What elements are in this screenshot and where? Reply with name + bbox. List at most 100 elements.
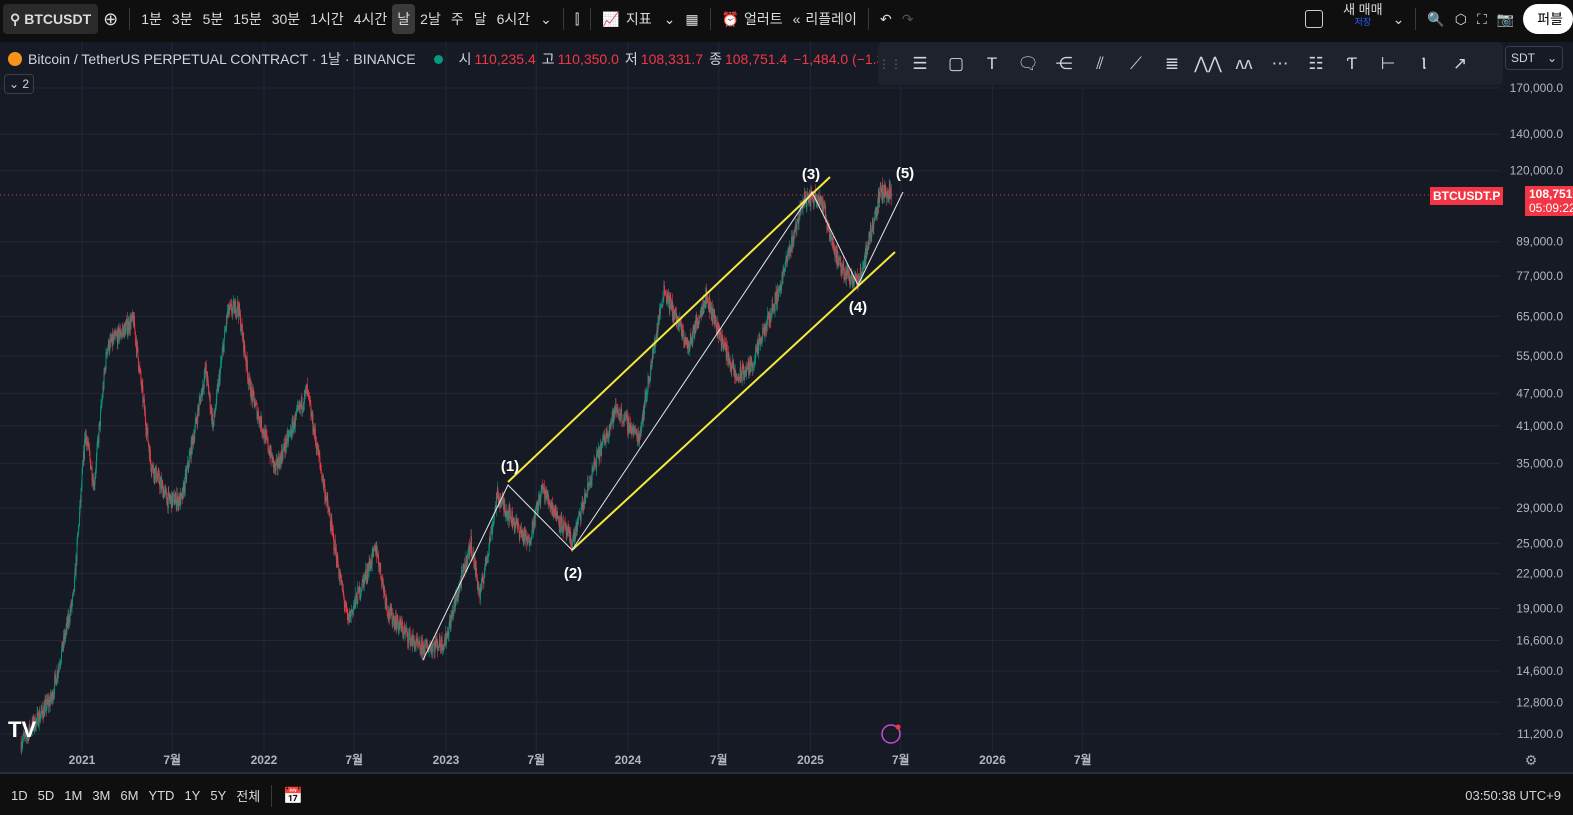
goto-date-button[interactable]: 📅	[278, 781, 308, 811]
quick-search-button[interactable]: 🔍	[1422, 4, 1449, 34]
collapse-count: 2	[22, 77, 30, 91]
interval-0[interactable]: 1분	[136, 4, 167, 34]
elliott-impulse-tool-icon[interactable]: ⋀⋀	[1194, 51, 1222, 77]
divider	[129, 8, 131, 30]
time-axis[interactable]: 2021 7월 2022 7월 2023 7월 2024 7월 2025 7월 2026 7월	[69, 752, 1092, 767]
candle-body	[100, 410, 101, 427]
symbol-search[interactable]: ⚲ BTCUSDT	[3, 4, 99, 34]
wave-label-3: (3)	[802, 166, 820, 183]
currency-select[interactable]: SDT ⌄	[1505, 46, 1563, 70]
candle-body	[380, 563, 382, 576]
range-0[interactable]: 1D	[6, 781, 33, 811]
undo-button[interactable]: ↶	[875, 4, 897, 34]
layouts-button[interactable]: ▦	[680, 4, 703, 34]
interval-11[interactable]: 6시간	[492, 4, 536, 34]
range-5[interactable]: YTD	[143, 781, 179, 811]
price-axis-bg[interactable]	[1500, 42, 1573, 772]
price-range-tool-icon[interactable]: Ⲓ	[1411, 51, 1437, 77]
candle-body	[308, 395, 310, 401]
trend-line-tool-icon[interactable]: ⟋	[1123, 51, 1149, 77]
screenshot-button[interactable]: 📷	[1492, 4, 1519, 34]
x-tick-label: 2021	[69, 753, 96, 767]
add-symbol-button[interactable]: ⊕	[98, 4, 123, 34]
anchored-text-tool-icon[interactable]: Ƭ	[1339, 51, 1365, 77]
interval-1[interactable]: 3분	[167, 4, 198, 34]
range-7[interactable]: 5Y	[205, 781, 231, 811]
fullscreen-button[interactable]: ⛶	[1472, 4, 1492, 34]
rectangle-tool-icon[interactable]: ▢	[943, 51, 969, 77]
text-tool-icon[interactable]: T	[979, 51, 1005, 77]
parallel-channel-tool-icon[interactable]: ⫽	[1087, 51, 1113, 77]
tradingview-logo[interactable]: TV	[8, 717, 36, 742]
candle-body	[272, 455, 274, 458]
range-8[interactable]: 전체	[231, 781, 265, 811]
channel-upper-line[interactable]	[507, 176, 831, 483]
interval-4[interactable]: 30분	[267, 4, 305, 34]
interval-8[interactable]: 2날	[415, 4, 446, 34]
candle-body	[836, 249, 838, 265]
currency-label: SDT	[1511, 51, 1535, 65]
interval-10[interactable]: 달	[469, 4, 492, 34]
candle-body	[149, 450, 151, 461]
interval-dropdown[interactable]: ⌄	[535, 4, 557, 34]
interval-6[interactable]: 4시간	[349, 4, 393, 34]
x-tick-label: 2026	[979, 753, 1006, 767]
price-chart[interactable]: (1) (2) (3) (4) (5) 170,000.0 140,000.0 12…	[0, 42, 1573, 772]
replay-button[interactable]: «리플레이	[788, 4, 862, 34]
symbol-title[interactable]: Bitcoin / TetherUS PERPETUAL CONTRACT · …	[28, 49, 416, 69]
interval-5[interactable]: 1시간	[305, 4, 349, 34]
elliott-abc-tool-icon[interactable]: ᴧᴧ	[1231, 51, 1257, 77]
indicators-button[interactable]: 📈 지표 ⌄	[597, 4, 680, 34]
candle-body	[490, 528, 492, 541]
regression-tool-icon[interactable]: ⋯	[1267, 51, 1293, 77]
publish-button[interactable]: 퍼블	[1523, 4, 1573, 34]
y-tick-label: 11,200.0	[1517, 727, 1563, 741]
y-tick-label: 120,000.0	[1510, 164, 1564, 178]
callout-tool-icon[interactable]: 🗨	[1015, 51, 1041, 77]
pitchfork-tool-icon[interactable]: ⋲	[1051, 51, 1077, 77]
horizontal-lines-tool-icon[interactable]: ☰	[907, 51, 933, 77]
fib-retracement-tool-icon[interactable]: ≣	[1159, 51, 1185, 77]
bitcoin-icon	[8, 52, 22, 66]
redo-button[interactable]: ↷	[897, 4, 919, 34]
interval-3[interactable]: 15분	[228, 4, 266, 34]
price-axis[interactable]: 170,000.0 140,000.0 120,000.0 89,000.0 77,00…	[1500, 42, 1573, 772]
chart-area[interactable]: (1) (2) (3) (4) (5) 170,000.0 140,000.0 12…	[0, 42, 1573, 772]
alert-button[interactable]: ⏰ 얼러트	[717, 4, 788, 34]
candle-body	[98, 426, 100, 443]
candle-body	[769, 312, 771, 322]
x-tick-label: 2022	[251, 753, 278, 767]
wave-label-4: (4)	[849, 299, 867, 316]
range-4[interactable]: 6M	[115, 781, 143, 811]
date-range-tool-icon[interactable]: ⊢	[1375, 51, 1401, 77]
fib-channel-tool-icon[interactable]: ☷	[1303, 51, 1329, 77]
chart-type-button[interactable]: ⫿	[570, 4, 584, 34]
camera-icon: 📷	[1496, 10, 1515, 27]
new-trade-button[interactable]: 새 매매 저장	[1338, 3, 1388, 34]
indicators-collapse-button[interactable]: ⌄ 2	[4, 74, 34, 94]
path-tool-icon[interactable]: ↗	[1447, 51, 1473, 77]
candle-body	[82, 466, 83, 474]
range-6[interactable]: 1Y	[179, 781, 205, 811]
range-3[interactable]: 3M	[87, 781, 115, 811]
interval-9[interactable]: 주	[446, 4, 469, 34]
trading-panel-button[interactable]	[1300, 4, 1328, 34]
candle-body	[773, 304, 775, 307]
trade-dropdown[interactable]: ⌄	[1388, 4, 1410, 34]
range-1[interactable]: 5D	[33, 781, 60, 811]
channel-lower-line[interactable]	[571, 251, 896, 551]
x-tick-label: 2025	[797, 753, 824, 767]
interval-2[interactable]: 5분	[198, 4, 229, 34]
candle-body	[651, 352, 653, 363]
candle-body	[682, 330, 684, 337]
clock[interactable]: 03:50:38 UTC+9	[1465, 788, 1561, 803]
axis-settings-icon[interactable]: ⚙	[1525, 752, 1538, 768]
elliott-wave-drawing[interactable]: (1) (2) (3) (4) (5)	[422, 165, 914, 661]
y-tick-label: 12,800.0	[1516, 695, 1563, 709]
candle-body	[267, 438, 269, 450]
range-2[interactable]: 1M	[59, 781, 87, 811]
drag-handle-icon[interactable]: ⋮⋮	[878, 51, 902, 77]
interval-7[interactable]: 날	[392, 4, 416, 34]
candle-body	[147, 427, 149, 442]
settings-button[interactable]: ⬡	[1450, 4, 1472, 34]
